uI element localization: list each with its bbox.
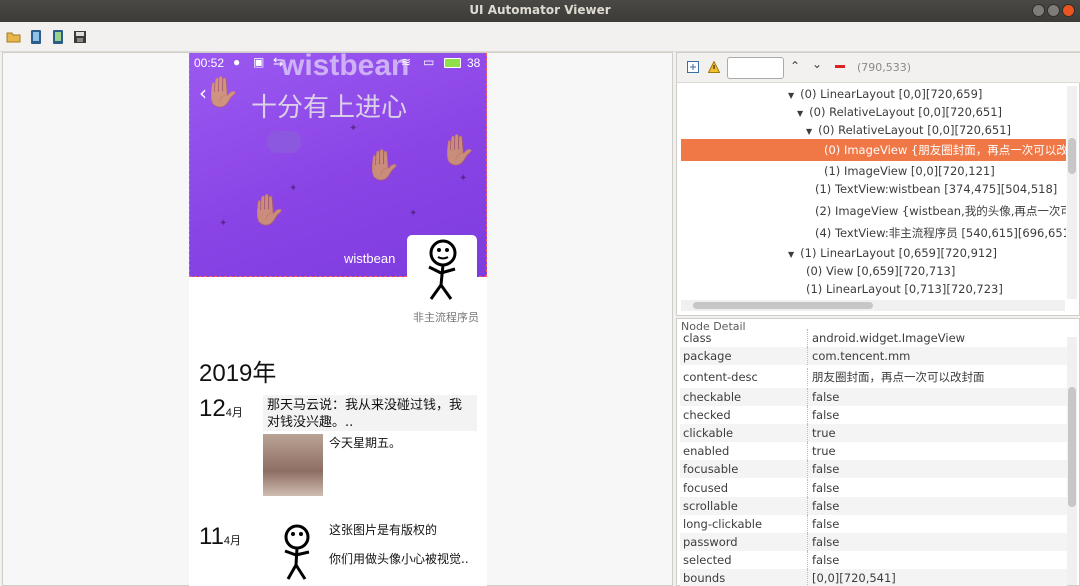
post-photo[interactable] [263, 434, 323, 496]
detail-row[interactable]: selected false [680, 551, 1067, 569]
window-titlebar: UI Automator Viewer [0, 0, 1080, 22]
maximize-button[interactable] [1047, 4, 1060, 17]
save-icon[interactable] [72, 29, 88, 45]
detail-row[interactable]: clickable true [680, 424, 1067, 442]
back-icon[interactable]: ‹ [199, 81, 207, 105]
clear-icon[interactable] [835, 65, 845, 68]
detail-row[interactable]: enabled true [680, 442, 1067, 460]
tree-node[interactable]: (1) ImageView [0,0][720,121] [681, 161, 1066, 181]
detail-row[interactable]: scrollable false [680, 497, 1067, 515]
close-button[interactable] [1062, 4, 1075, 17]
tree-node[interactable]: (4) TextView:非主流程序员 [540,615][696,651] [681, 223, 1066, 243]
hierarchy-toolbar: ⌃ ⌄ (790,533) [677, 53, 1080, 83]
pointer-coordinates: (790,533) [857, 61, 912, 74]
chevron-up-icon[interactable]: ⌃ [790, 59, 800, 73]
open-icon[interactable] [6, 29, 22, 45]
post-text[interactable]: 那天马云说：我从来没碰过钱，我对钱没兴趣。.. [263, 395, 477, 431]
hand-icon: ✋ [203, 75, 241, 110]
post-line[interactable]: 这张图片是有版权的 [329, 521, 437, 538]
tree-node[interactable]: ▼ (1) LinearLayout [0,659][720,912] [681, 243, 1066, 263]
status-time: 00:52 [194, 56, 225, 70]
detail-row[interactable]: bounds [0,0][720,541] [680, 569, 1067, 586]
tree-node[interactable]: ▼ (0) RelativeLayout [0,0][720,651] [681, 102, 1066, 122]
sparkle-icon: ✦ [409, 208, 418, 219]
post-caption[interactable]: 今天星期五。 [329, 434, 401, 451]
upload-icon: ▣ [253, 55, 265, 69]
minimize-button[interactable] [1032, 4, 1045, 17]
sparkle-icon: ✦ [459, 173, 468, 184]
sparkle-icon: ✦ [219, 218, 228, 229]
message-icon: ● [233, 55, 241, 69]
tree-node[interactable]: (1) LinearLayout [0,713][720,723] [681, 279, 1066, 299]
post-line[interactable]: 你们用做头像小心被视觉.. [329, 550, 469, 567]
hand-icon: ✋ [439, 133, 477, 168]
detail-row[interactable]: checkable false [680, 388, 1067, 406]
expand-all-icon[interactable] [687, 61, 699, 73]
node-detail-pane: Node Detail class android.widget.ImageVie… [676, 318, 1080, 586]
detail-row[interactable]: checked false [680, 406, 1067, 424]
status-bar: 00:52 ● ▣ ⇆ ≋ ▭ 38 [189, 53, 487, 75]
warning-icon[interactable] [708, 61, 720, 73]
profile-signature: 非主流程序员 [413, 311, 479, 324]
wifi-icon: ≋ [401, 55, 412, 69]
detail-row[interactable]: focusable false [680, 460, 1067, 478]
chat-bubble-icon [267, 131, 301, 153]
profile-avatar[interactable] [407, 235, 477, 303]
device-screenshot[interactable]: ✋ ✋ ✋ ✋ ✦ ✦ ✦ ✦ ✦ wistbean 十分有上进心 ‹ 00:5… [189, 53, 487, 586]
scrollbar-thumb[interactable] [693, 302, 873, 309]
detail-row[interactable]: class android.widget.ImageView [680, 329, 1067, 347]
post-date: 124月 [199, 395, 243, 422]
scrollbar-thumb[interactable] [1068, 138, 1076, 174]
profile-nickname[interactable]: wistbean [344, 251, 395, 266]
battery-icon [444, 58, 461, 68]
post-date: 114月 [199, 523, 242, 550]
detail-row[interactable]: package com.tencent.mm [680, 347, 1067, 365]
tree-node[interactable]: ▼ (0) LinearLayout [0,0][720,659] [681, 84, 1066, 104]
sparkle-icon: ✦ [289, 183, 298, 194]
hand-icon: ✋ [364, 148, 402, 183]
sim-icon: ▭ [423, 55, 435, 69]
stick-figure-icon[interactable] [269, 521, 329, 583]
device-screenshot-icon[interactable] [28, 29, 44, 45]
detail-row[interactable]: focused false [680, 479, 1067, 497]
main-toolbar [0, 22, 1080, 52]
tree-node[interactable]: (0) View [0,659][720,713] [681, 261, 1066, 281]
tree-node-selected[interactable]: (0) ImageView {朋友圈封面，再点一次可以改封面} [0,0][72… [681, 139, 1066, 161]
stick-figure-icon [428, 239, 457, 300]
sparkle-icon: ✦ [349, 123, 358, 134]
tree-vertical-scrollbar[interactable] [1067, 86, 1077, 299]
detail-row[interactable]: content-desc 朋友圈封面，再点一次可以改封面 [680, 368, 1067, 386]
hierarchy-tree[interactable]: ▼ (0) LinearLayout [0,0][720,659] ▼ (0) Re… [681, 84, 1066, 300]
scrollbar-thumb[interactable] [1068, 387, 1076, 507]
chevron-down-icon[interactable]: ⌄ [812, 57, 822, 71]
detail-row[interactable]: long-clickable false [680, 515, 1067, 533]
device-screenshot-compressed-icon[interactable] [50, 29, 66, 45]
battery-level: 38 [467, 56, 481, 70]
tree-node[interactable]: (2) ImageView {wistbean,我的头像,再点一次可以改头像} … [681, 201, 1066, 221]
hierarchy-pane: ⌃ ⌄ (790,533) ▼ (0) LinearLayout [0,0][72… [676, 52, 1080, 316]
cover-slogan: 十分有上进心 [251, 93, 408, 123]
timeline-year: 2019年 [199, 360, 277, 387]
tree-node[interactable]: ▼ (0) RelativeLayout [0,0][720,651] [681, 120, 1066, 140]
detail-vertical-scrollbar[interactable] [1067, 337, 1077, 585]
usb-icon: ⇆ [273, 55, 284, 69]
tree-horizontal-scrollbar[interactable] [681, 300, 1065, 311]
tree-node[interactable]: (1) TextView:wistbean [374,475][504,518] [681, 179, 1066, 199]
search-input[interactable] [727, 57, 784, 79]
hand-icon: ✋ [249, 193, 287, 228]
detail-row[interactable]: password false [680, 533, 1067, 551]
window-title: UI Automator Viewer [469, 3, 611, 17]
